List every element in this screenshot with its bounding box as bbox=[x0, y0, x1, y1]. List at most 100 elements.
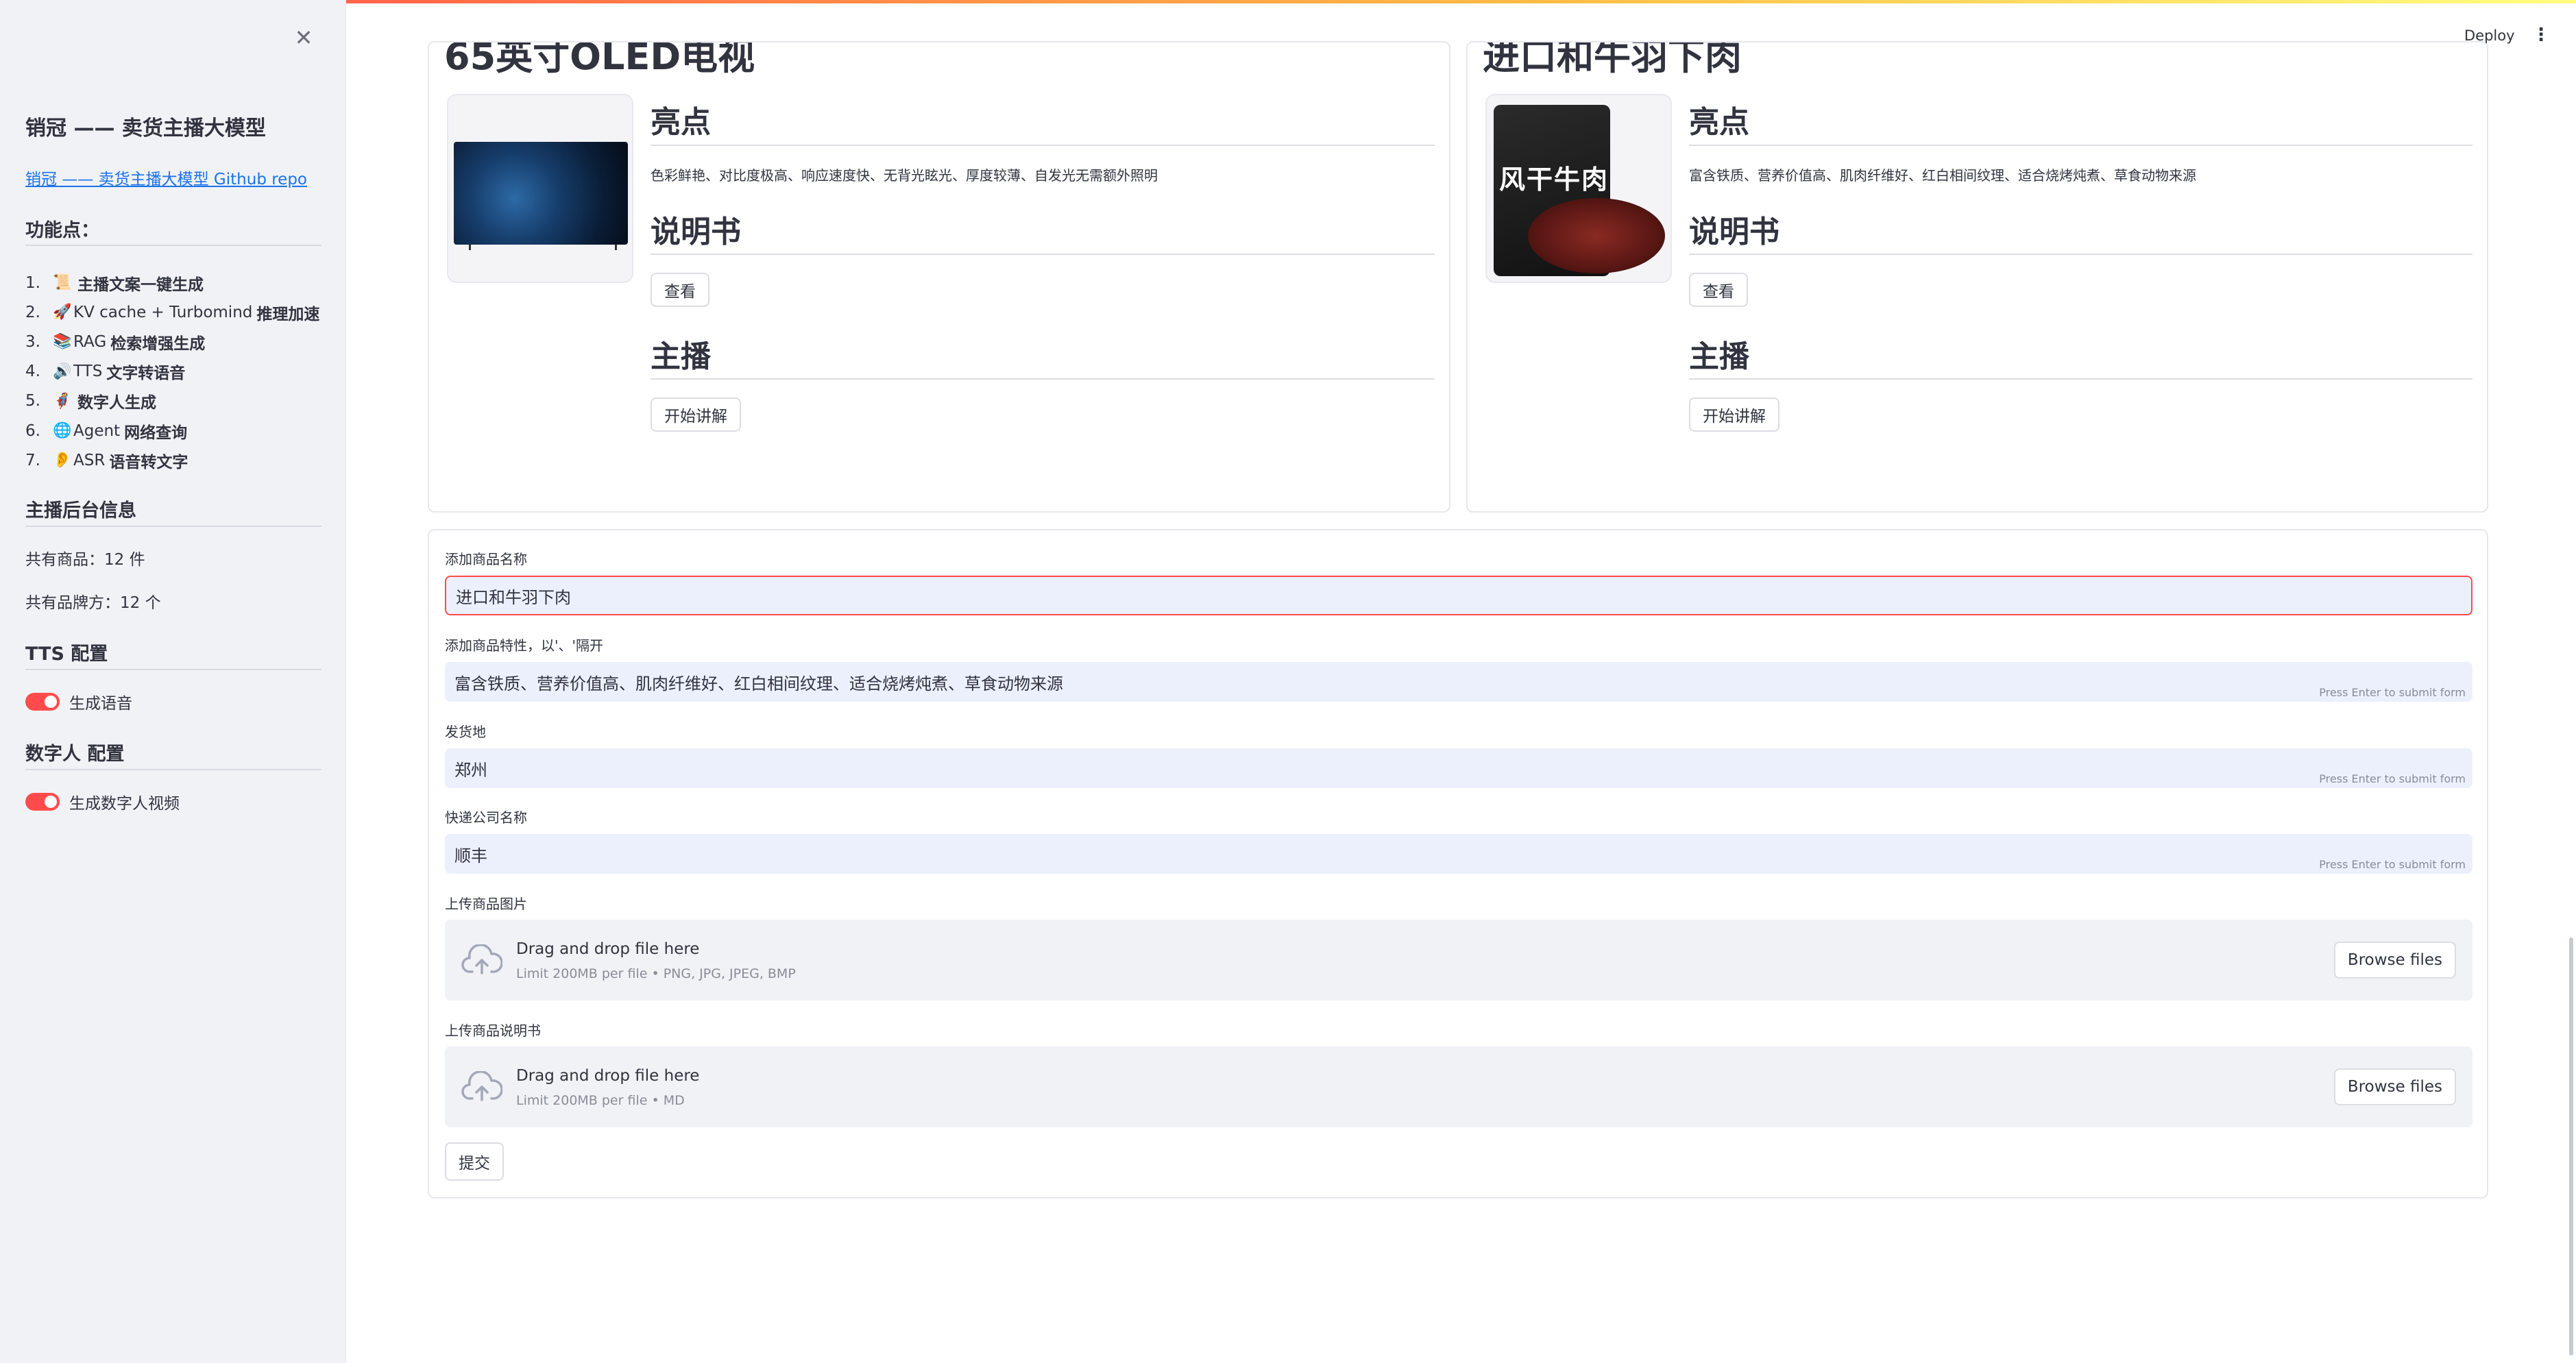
divider bbox=[25, 669, 321, 670]
manual-heading: 说明书 bbox=[651, 214, 741, 249]
browse-files-button[interactable]: Browse files bbox=[2333, 1068, 2456, 1105]
origin-label: 发货地 bbox=[445, 724, 486, 740]
rocket-icon: 🚀 bbox=[53, 304, 72, 321]
submit-button[interactable]: 提交 bbox=[445, 1142, 504, 1181]
divider bbox=[25, 769, 321, 770]
origin-input[interactable]: 郑州 Press Enter to submit form bbox=[445, 748, 2472, 788]
feature-number: 3. bbox=[25, 332, 40, 351]
person-icon: 🦸 bbox=[53, 392, 72, 410]
close-sidebar-icon[interactable]: ✕ bbox=[292, 26, 315, 49]
brand-count: 共有品牌方：12 个 bbox=[25, 594, 161, 612]
product-image bbox=[447, 94, 633, 283]
feature-plain-text: TTS bbox=[73, 363, 103, 381]
tv-image bbox=[454, 142, 628, 245]
beef-sticks-image bbox=[1528, 198, 1665, 273]
submit-hint: Press Enter to submit form bbox=[2319, 686, 2466, 699]
feature-bold-text: 数字人生成 bbox=[77, 394, 156, 413]
courier-input[interactable]: 顺丰 Press Enter to submit form bbox=[445, 834, 2472, 874]
divider bbox=[25, 526, 321, 527]
cloud-upload-icon bbox=[461, 1071, 502, 1101]
courier-value: 顺丰 bbox=[454, 846, 487, 865]
tts-toggle-label: 生成语音 bbox=[69, 695, 132, 713]
divider bbox=[651, 254, 1435, 255]
feature-item: 4. 🔊 TTS 文字转语音 bbox=[25, 357, 334, 386]
product-title: 进口和牛羽下肉 bbox=[1483, 41, 1742, 78]
scroll-icon: 📜 bbox=[53, 274, 72, 292]
image-dropzone[interactable]: Drag and drop file here Limit 200MB per … bbox=[445, 920, 2472, 1000]
product-card-beef: 进口和牛羽下肉 风干牛肉 亮点 富含铁质、营养价值高、肌肉纤维好、红白相间纹理、… bbox=[1466, 41, 2488, 513]
feature-item: 6. 🌐 Agent 网络查询 bbox=[25, 416, 334, 445]
feature-bold-text: 语音转文字 bbox=[109, 453, 189, 471]
manual-upload-label: 上传商品说明书 bbox=[445, 1022, 541, 1039]
divider bbox=[25, 245, 321, 246]
product-features-label: 添加商品特性，以'、'隔开 bbox=[445, 637, 603, 654]
product-features-value: 富含铁质、营养价值高、肌肉纤维好、红白相间纹理、适合烧烤炖煮、草食动物来源 bbox=[454, 674, 1063, 693]
divider bbox=[651, 378, 1435, 380]
start-explain-button[interactable]: 开始讲解 bbox=[1689, 397, 1779, 432]
feature-number: 1. bbox=[25, 273, 40, 292]
product-card-tv: 65英寸OLED电视 亮点 色彩鲜艳、对比度极高、响应速度快、无背光眩光、厚度较… bbox=[428, 41, 1450, 513]
avatar-toggle-row[interactable]: 生成数字人视频 bbox=[25, 790, 180, 813]
avatar-toggle-switch[interactable] bbox=[25, 793, 60, 811]
submit-hint: Press Enter to submit form bbox=[2319, 858, 2466, 871]
add-product-form: 添加商品名称 进口和牛羽下肉 添加商品特性，以'、'隔开 富含铁质、营养价值高、… bbox=[428, 529, 2488, 1199]
tts-toggle-row[interactable]: 生成语音 bbox=[25, 690, 132, 713]
speaker-icon: 🔊 bbox=[53, 363, 72, 380]
globe-icon: 🌐 bbox=[53, 422, 72, 440]
product-name-value: 进口和牛羽下肉 bbox=[456, 587, 571, 607]
view-manual-button[interactable]: 查看 bbox=[651, 273, 709, 307]
divider bbox=[1689, 378, 2472, 380]
dropzone-instruction: Drag and drop file here bbox=[516, 940, 700, 958]
start-explain-button[interactable]: 开始讲解 bbox=[651, 397, 741, 432]
features-heading: 功能点： bbox=[25, 220, 99, 241]
highlights-text: 富含铁质、营养价值高、肌肉纤维好、红白相间纹理、适合烧烤炖煮、草食动物来源 bbox=[1689, 167, 2196, 184]
product-name-input[interactable]: 进口和牛羽下肉 bbox=[445, 576, 2472, 615]
ear-icon: 👂 bbox=[53, 452, 72, 469]
tts-toggle-switch[interactable] bbox=[25, 693, 60, 711]
beef-package-label: 风干牛肉 bbox=[1499, 164, 1609, 195]
product-features-input[interactable]: 富含铁质、营养价值高、肌肉纤维好、红白相间纹理、适合烧烤炖煮、草食动物来源 Pr… bbox=[445, 662, 2472, 702]
manual-dropzone[interactable]: Drag and drop file here Limit 200MB per … bbox=[445, 1046, 2472, 1127]
submit-hint: Press Enter to submit form bbox=[2319, 772, 2466, 785]
product-name-label: 添加商品名称 bbox=[445, 551, 527, 567]
feature-bold-text: 主播文案一键生成 bbox=[77, 275, 204, 294]
product-count: 共有商品：12 件 bbox=[25, 551, 145, 569]
sidebar: ✕ 销冠 —— 卖货主播大模型 销冠 —— 卖货主播大模型 Github rep… bbox=[0, 0, 346, 1363]
feature-item: 1. 📜 主播文案一键生成 bbox=[25, 268, 334, 297]
feature-item: 2. 🚀 KV cache + Turbomind 推理加速 bbox=[25, 297, 334, 327]
feature-item: 7. 👂 ASR 语音转文字 bbox=[25, 445, 334, 475]
avatar-toggle-label: 生成数字人视频 bbox=[69, 795, 180, 813]
dropzone-limit: Limit 200MB per file • MD bbox=[516, 1093, 685, 1108]
main-menu-icon[interactable]: ⋮ bbox=[2532, 26, 2550, 44]
feature-bold-text: 检索增强生成 bbox=[110, 334, 206, 353]
product-title: 65英寸OLED电视 bbox=[444, 41, 755, 78]
feature-plain-text: KV cache + Turbomind bbox=[73, 303, 253, 321]
dropzone-limit: Limit 200MB per file • PNG, JPG, JPEG, B… bbox=[516, 966, 796, 981]
feature-list: 1. 📜 主播文案一键生成 2. 🚀 KV cache + Turbomind … bbox=[25, 268, 334, 475]
origin-value: 郑州 bbox=[454, 760, 487, 780]
view-manual-button[interactable]: 查看 bbox=[1689, 273, 1748, 307]
feature-number: 4. bbox=[25, 363, 40, 381]
feature-plain-text: Agent bbox=[73, 421, 121, 440]
highlights-heading: 亮点 bbox=[651, 105, 711, 140]
feature-bold-text: 文字转语音 bbox=[106, 365, 186, 383]
page-scrollbar[interactable] bbox=[2569, 937, 2573, 1355]
tts-config-heading: TTS 配置 bbox=[25, 643, 108, 665]
github-repo-link[interactable]: 销冠 —— 卖货主播大模型 Github repo bbox=[25, 166, 307, 189]
feature-item: 3. 📚 RAG 检索增强生成 bbox=[25, 327, 334, 356]
host-heading: 主播 bbox=[651, 339, 711, 374]
courier-label: 快递公司名称 bbox=[445, 809, 527, 826]
divider bbox=[651, 145, 1435, 146]
image-upload-label: 上传商品图片 bbox=[445, 896, 527, 912]
feature-number: 5. bbox=[25, 392, 40, 410]
books-icon: 📚 bbox=[53, 333, 72, 351]
feature-number: 2. bbox=[25, 303, 40, 321]
feature-bold-text: 网络查询 bbox=[124, 423, 188, 442]
feature-number: 6. bbox=[25, 421, 40, 440]
browse-files-button[interactable]: Browse files bbox=[2333, 942, 2456, 979]
avatar-config-heading: 数字人 配置 bbox=[25, 744, 125, 765]
dropzone-instruction: Drag and drop file here bbox=[516, 1067, 700, 1085]
feature-plain-text: ASR bbox=[73, 451, 106, 469]
highlights-text: 色彩鲜艳、对比度极高、响应速度快、无背光眩光、厚度较薄、自发光无需额外照明 bbox=[651, 167, 1158, 184]
cloud-upload-icon bbox=[461, 944, 502, 974]
